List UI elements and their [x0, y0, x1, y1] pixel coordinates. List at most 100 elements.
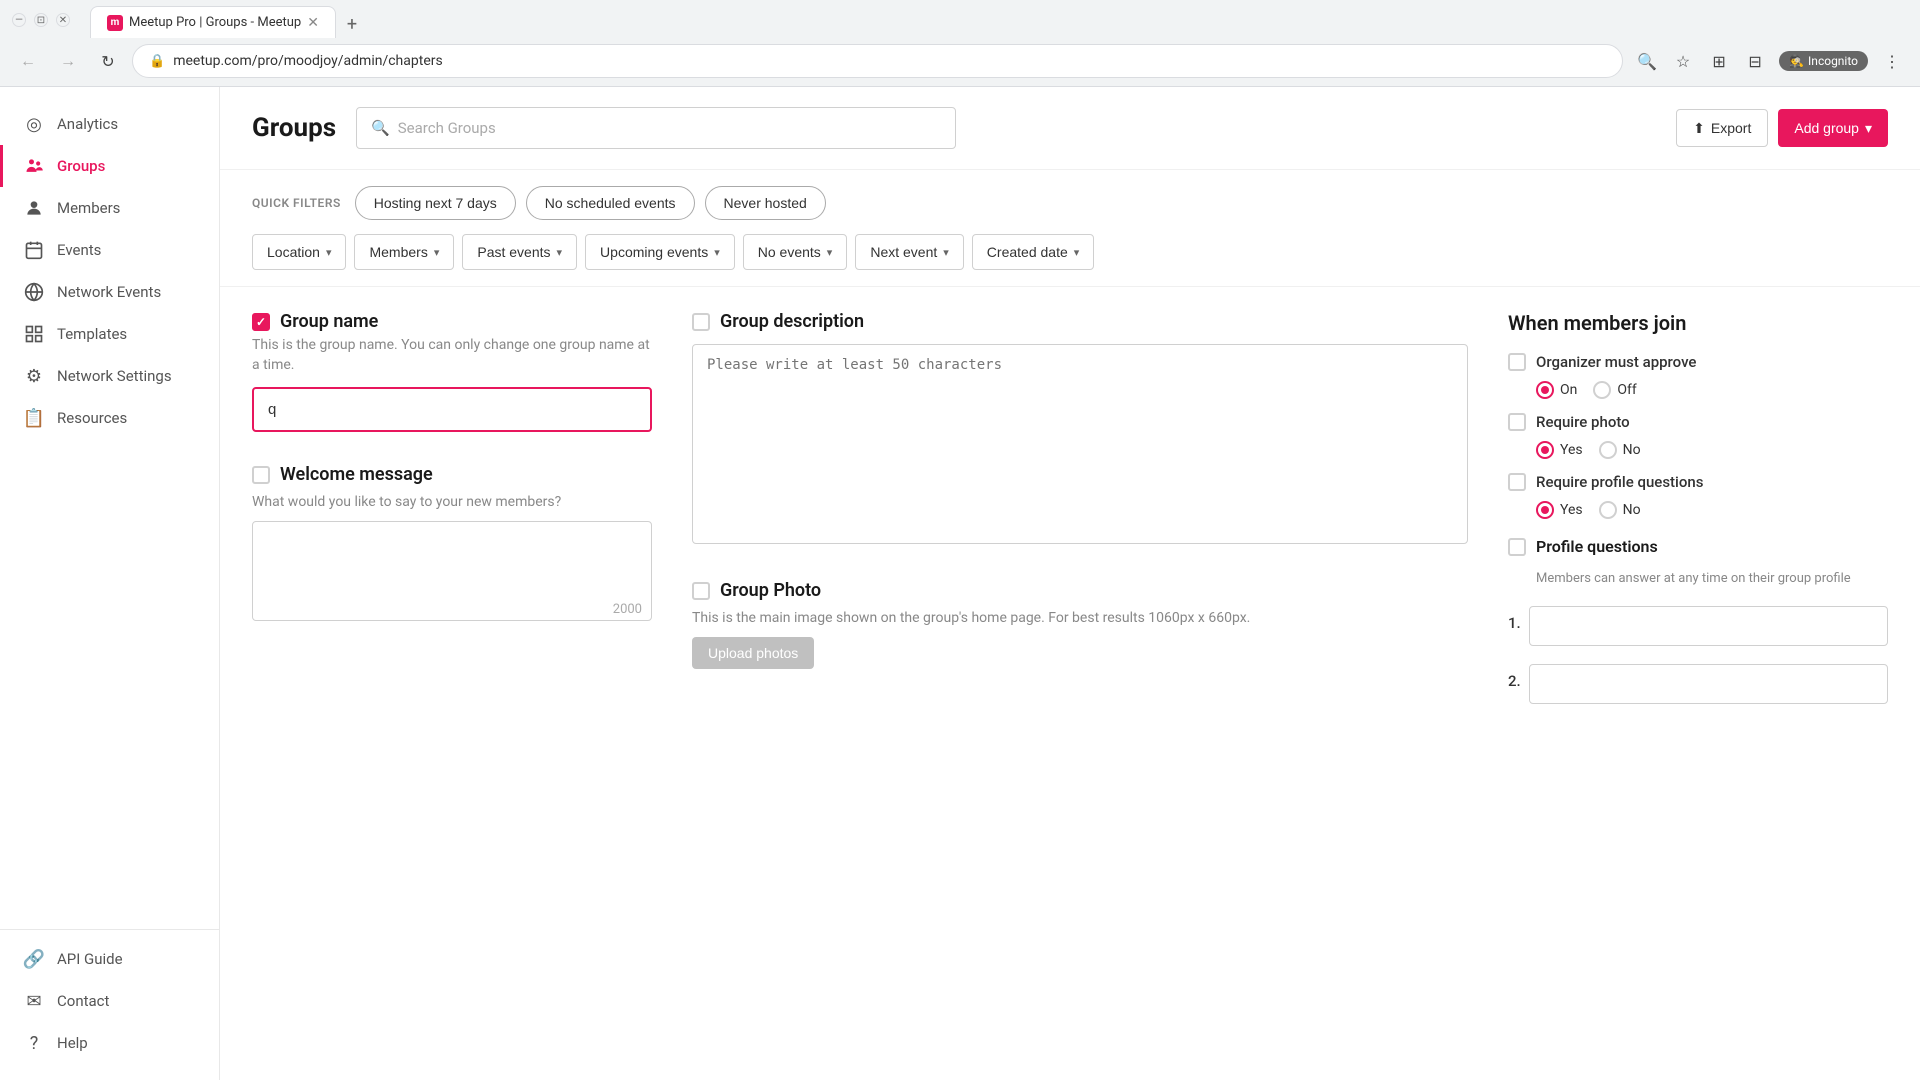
filter-never-hosted[interactable]: Never hosted: [705, 186, 826, 220]
sidebar-item-contact[interactable]: ✉ Contact: [0, 980, 219, 1022]
maximize-button[interactable]: ⊡: [34, 13, 48, 27]
dropdown-location-label: Location: [267, 244, 320, 260]
require-photo-checkbox[interactable]: [1508, 413, 1526, 431]
dropdown-upcoming-events-label: Upcoming events: [600, 244, 708, 260]
new-tab-button[interactable]: +: [338, 10, 366, 38]
radio-no-circle: [1599, 441, 1617, 459]
resources-icon: 📋: [23, 407, 45, 429]
extensions-icon[interactable]: ⊞: [1703, 45, 1735, 77]
lock-icon: 🔒: [149, 54, 165, 69]
group-description-checkbox[interactable]: [692, 313, 710, 331]
radio-yes-pq-label: Yes: [1560, 502, 1583, 518]
sidebar-item-label: Network Events: [57, 283, 161, 301]
profile-questions-title: Profile questions: [1536, 537, 1658, 556]
group-name-input[interactable]: [252, 387, 652, 432]
welcome-message-textarea[interactable]: [252, 521, 652, 621]
form-column-2: Group description Group Photo This is th…: [692, 311, 1468, 704]
dropdown-upcoming-events[interactable]: Upcoming events ▾: [585, 234, 735, 270]
radio-no-pq-circle: [1599, 501, 1617, 519]
dropdown-past-events[interactable]: Past events ▾: [462, 234, 577, 270]
tab-bar: m Meetup Pro | Groups - Meetup ✕ +: [82, 2, 374, 38]
close-tab-button[interactable]: ✕: [307, 15, 319, 31]
url-text: meetup.com/pro/moodjoy/admin/chapters: [173, 53, 1606, 69]
dropdown-created-date[interactable]: Created date ▾: [972, 234, 1094, 270]
main-content: Groups 🔍 Search Groups ⬆ Export Add grou…: [220, 87, 1920, 1080]
radio-off-label: Off: [1617, 382, 1636, 398]
radio-no-photo[interactable]: No: [1599, 441, 1641, 459]
radio-no-label: No: [1623, 442, 1641, 458]
sidebar-item-network-events[interactable]: Network Events: [0, 271, 219, 313]
group-photo-section: Group Photo This is the main image shown…: [692, 580, 1468, 669]
sidebar-item-network-settings[interactable]: ⚙ Network Settings: [0, 355, 219, 397]
question-1-number: 1.: [1508, 614, 1521, 632]
chevron-down-icon: ▾: [943, 246, 949, 259]
organizer-approve-checkbox[interactable]: [1508, 353, 1526, 371]
sidebar-item-label: Groups: [57, 157, 105, 175]
title-bar: — ⊡ ✕ m Meetup Pro | Groups - Meetup ✕ +: [0, 0, 1920, 40]
sidebar-item-members[interactable]: Members: [0, 187, 219, 229]
menu-button[interactable]: ⋮: [1876, 45, 1908, 77]
group-photo-description: This is the main image shown on the grou…: [692, 609, 1468, 629]
incognito-badge[interactable]: 🕵 Incognito: [1779, 51, 1868, 71]
radio-off[interactable]: Off: [1593, 381, 1636, 399]
search-icon[interactable]: 🔍: [1631, 45, 1663, 77]
sidebar-item-templates[interactable]: Templates: [0, 313, 219, 355]
dropdown-created-date-label: Created date: [987, 244, 1068, 260]
sidebar-item-groups[interactable]: Groups: [0, 145, 219, 187]
welcome-message-checkbox[interactable]: [252, 466, 270, 484]
minimize-button[interactable]: —: [12, 13, 26, 27]
group-name-title: Group name: [280, 311, 378, 332]
dropdown-next-event[interactable]: Next event ▾: [855, 234, 963, 270]
star-icon[interactable]: ☆: [1667, 45, 1699, 77]
dropdown-location[interactable]: Location ▾: [252, 234, 346, 270]
radio-no-pq-label: No: [1623, 502, 1641, 518]
add-group-button[interactable]: Add group ▾: [1778, 109, 1888, 147]
sidebar-item-events[interactable]: Events: [0, 229, 219, 271]
sidebar-item-api-guide[interactable]: 🔗 API Guide: [0, 938, 219, 980]
group-description-textarea[interactable]: [692, 344, 1468, 544]
group-name-checkbox[interactable]: [252, 313, 270, 331]
upload-photos-button[interactable]: Upload photos: [692, 637, 814, 669]
radio-yes-photo[interactable]: Yes: [1536, 441, 1583, 459]
network-settings-icon: ⚙: [23, 365, 45, 387]
question-1-input[interactable]: [1529, 606, 1888, 646]
filter-no-scheduled[interactable]: No scheduled events: [526, 186, 695, 220]
sidebar: ◎ Analytics Groups Members Events Netw: [0, 87, 220, 1080]
dropdown-members[interactable]: Members ▾: [354, 234, 454, 270]
sidebar-item-help[interactable]: ? Help: [0, 1022, 219, 1064]
question-2-input[interactable]: [1529, 664, 1888, 704]
group-photo-checkbox[interactable]: [692, 582, 710, 600]
back-button[interactable]: ←: [12, 45, 44, 77]
refresh-button[interactable]: ↻: [92, 45, 124, 77]
organizer-approve-header: Organizer must approve: [1508, 353, 1888, 371]
welcome-message-header: Welcome message: [252, 464, 652, 485]
dropdown-next-event-label: Next event: [870, 244, 937, 260]
dropdown-filters: Location ▾ Members ▾ Past events ▾ Upcom…: [252, 234, 1888, 270]
groups-icon: [23, 155, 45, 177]
require-photo-section: Require photo Yes No: [1508, 413, 1888, 459]
close-button[interactable]: ✕: [56, 13, 70, 27]
sidebar-item-analytics[interactable]: ◎ Analytics: [0, 103, 219, 145]
forward-button[interactable]: →: [52, 45, 84, 77]
search-box[interactable]: 🔍 Search Groups: [356, 107, 956, 149]
radio-on-label: On: [1560, 382, 1577, 398]
sidebar-divider: [0, 929, 219, 930]
contact-icon: ✉: [23, 990, 45, 1012]
split-screen-icon[interactable]: ⊟: [1739, 45, 1771, 77]
export-button[interactable]: ⬆ Export: [1676, 109, 1768, 147]
sidebar-item-resources[interactable]: 📋 Resources: [0, 397, 219, 439]
radio-on[interactable]: On: [1536, 381, 1577, 399]
radio-yes-profile-q[interactable]: Yes: [1536, 501, 1583, 519]
active-tab[interactable]: m Meetup Pro | Groups - Meetup ✕: [90, 6, 336, 38]
sidebar-item-label: API Guide: [57, 950, 123, 968]
require-profile-questions-checkbox[interactable]: [1508, 473, 1526, 491]
chevron-down-icon: ▾: [326, 246, 332, 259]
dropdown-no-events[interactable]: No events ▾: [743, 234, 848, 270]
radio-no-profile-q[interactable]: No: [1599, 501, 1641, 519]
profile-questions-checkbox[interactable]: [1508, 538, 1526, 556]
filter-hosting-next-7[interactable]: Hosting next 7 days: [355, 186, 516, 220]
sidebar-item-label: Templates: [57, 325, 127, 343]
dropdown-past-events-label: Past events: [477, 244, 550, 260]
url-bar[interactable]: 🔒 meetup.com/pro/moodjoy/admin/chapters: [132, 44, 1623, 78]
organizer-approve-section: Organizer must approve On Off: [1508, 353, 1888, 399]
